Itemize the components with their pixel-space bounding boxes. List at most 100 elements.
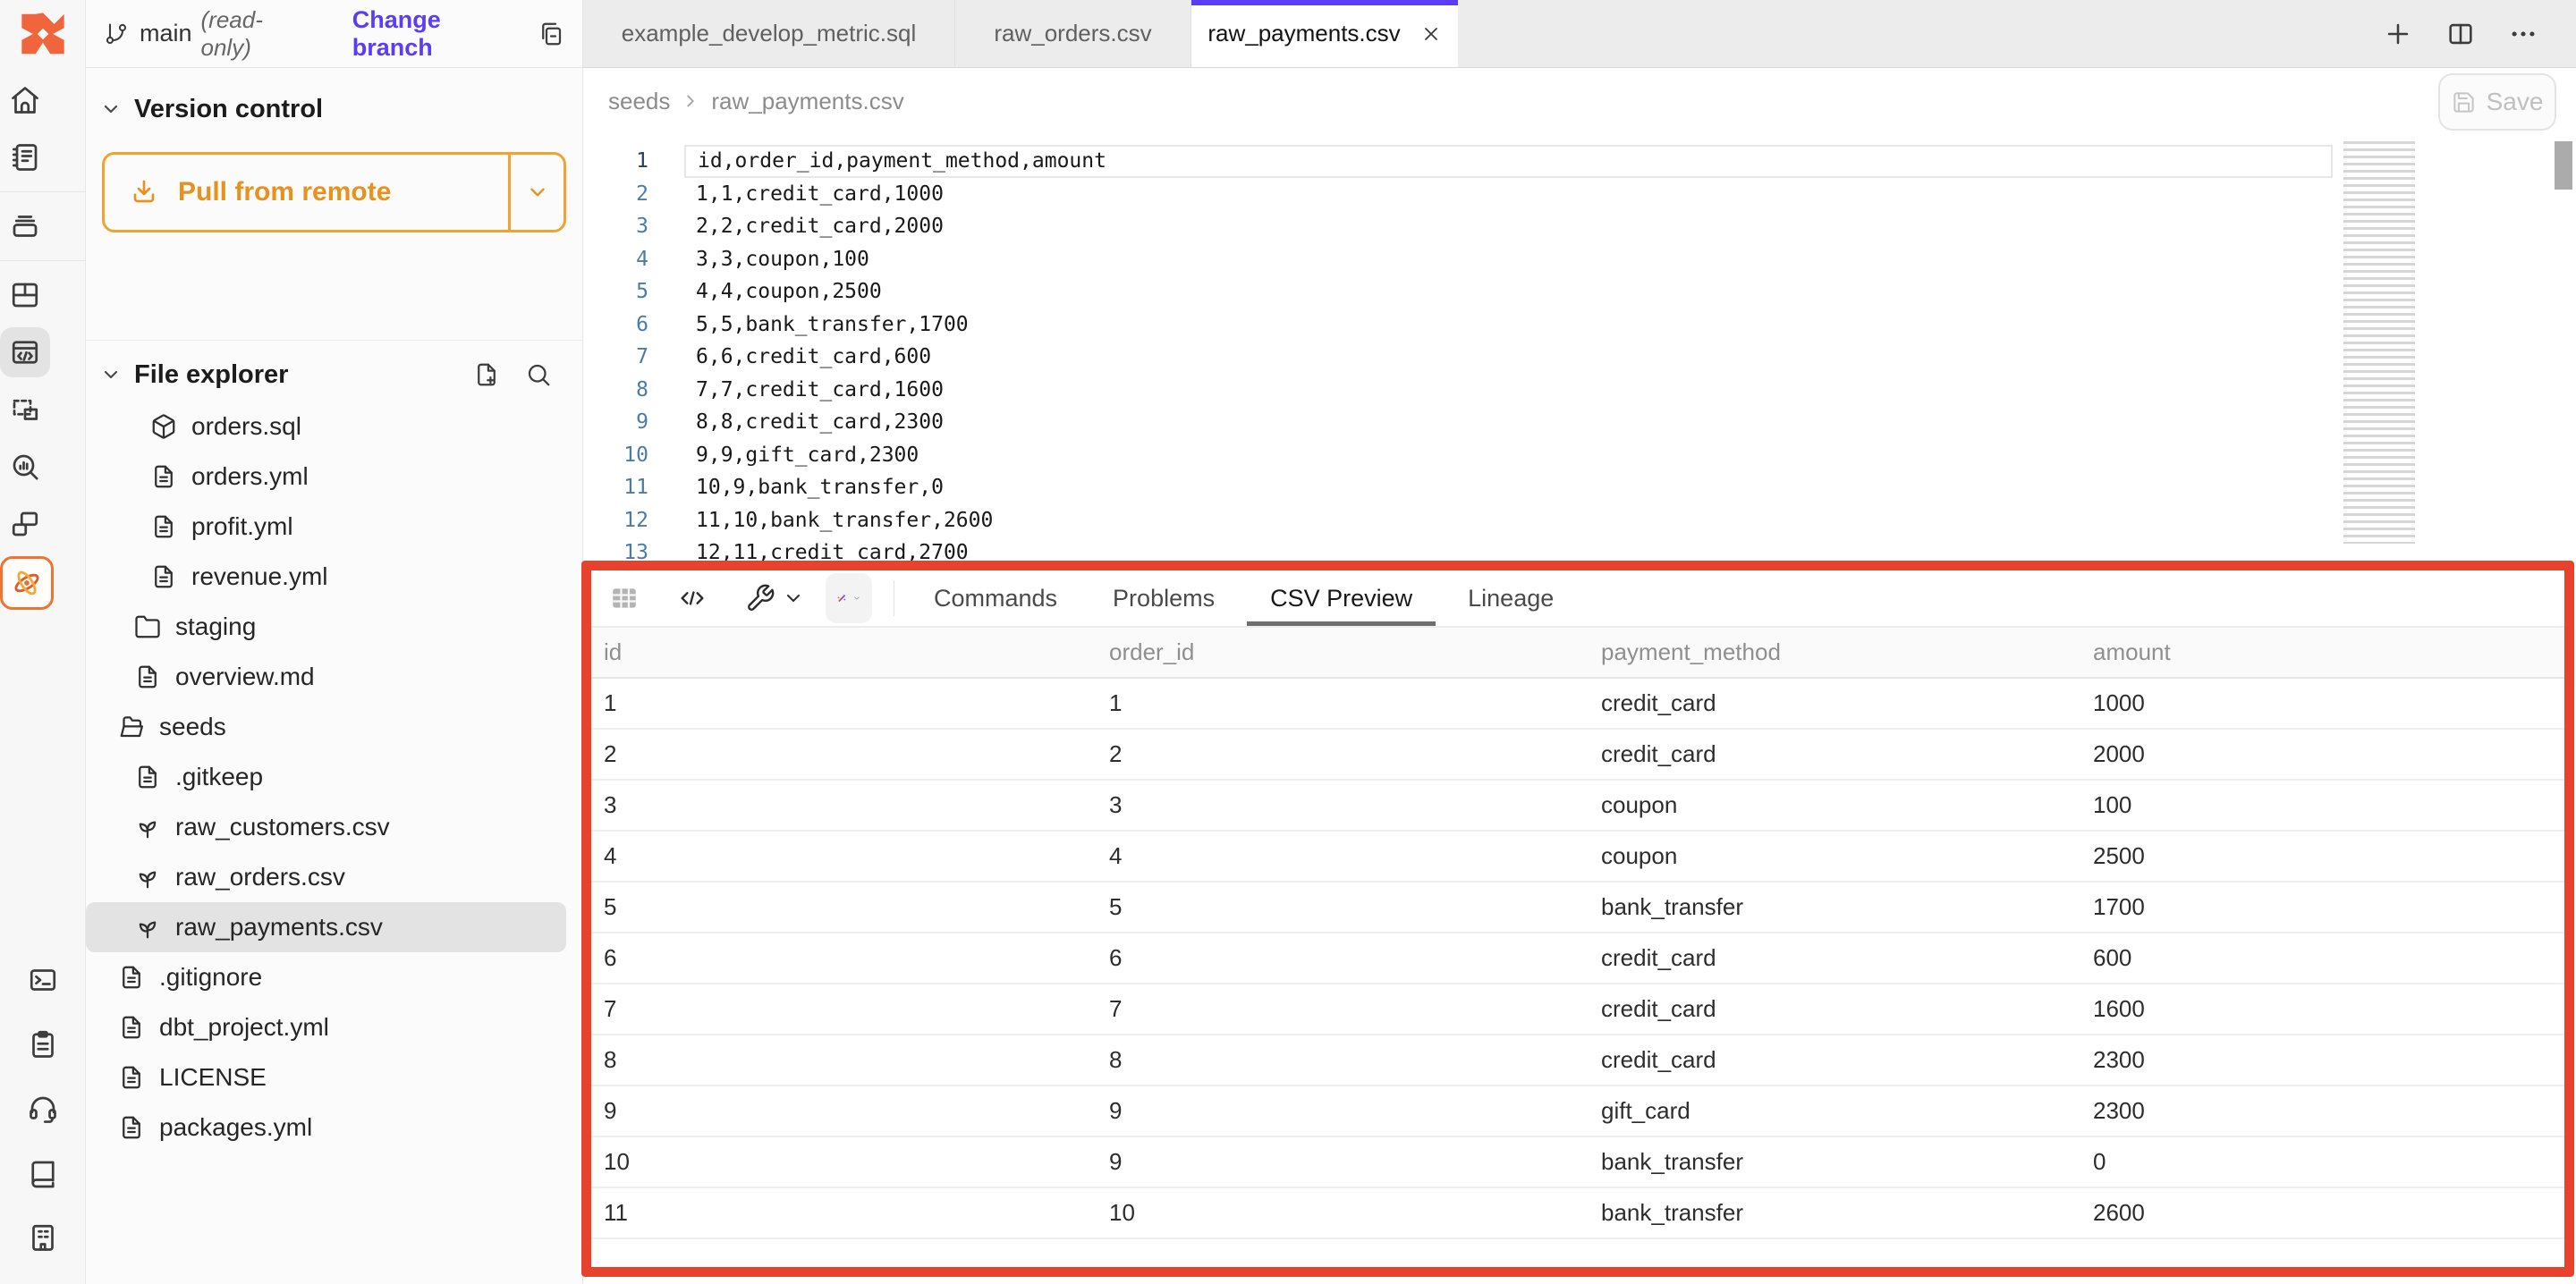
table-row[interactable]: 33coupon100	[591, 781, 2564, 832]
table-row[interactable]: 55bank_transfer1700	[591, 883, 2564, 933]
table-row[interactable]: 11credit_card1000	[591, 679, 2564, 730]
editor-tab-raw-orders-csv[interactable]: raw_orders.csv	[955, 0, 1191, 67]
pull-from-remote-button[interactable]: Pull from remote	[102, 152, 566, 232]
table-cell: 5	[591, 893, 1097, 921]
activity-building-icon[interactable]	[18, 1212, 68, 1263]
table-cell: 100	[2080, 791, 2564, 819]
code-line[interactable]: 7,7,credit_card,1600	[684, 374, 2333, 407]
code-line[interactable]: 8,8,credit_card,2300	[684, 406, 2333, 439]
table-row[interactable]: 22credit_card2000	[591, 730, 2564, 781]
activity-code-editor-icon[interactable]	[0, 327, 50, 377]
code-line[interactable]: 4,4,coupon,2500	[684, 275, 2333, 308]
editor-tab-example-develop-metric-sql[interactable]: example_develop_metric.sql	[583, 0, 955, 67]
activity-bar	[0, 0, 86, 1284]
activity-terminal-icon[interactable]	[18, 955, 68, 1005]
new-tab-icon[interactable]	[2383, 19, 2413, 49]
activity-notebook-icon[interactable]	[0, 132, 50, 182]
activity-atom-icon[interactable]	[0, 556, 54, 610]
file-item--gitignore[interactable]: .gitignore	[86, 952, 566, 1002]
chevron-down-icon[interactable]	[100, 98, 122, 120]
file-item-overview-md[interactable]: overview.md	[86, 652, 566, 702]
change-branch-link[interactable]: Change branch	[352, 6, 516, 62]
code-view-icon[interactable]	[677, 583, 708, 613]
table-row[interactable]: 88credit_card2300	[591, 1035, 2564, 1086]
table-row[interactable]: 77credit_card1600	[591, 984, 2564, 1035]
code-line[interactable]: 2,2,credit_card,2000	[684, 210, 2333, 243]
panel-tab-lineage[interactable]: Lineage	[1468, 570, 1554, 626]
chevron-down-icon[interactable]	[100, 364, 122, 385]
table-row[interactable]: 1110bank_transfer2600	[591, 1188, 2564, 1239]
activity-stack-icon[interactable]	[0, 201, 50, 251]
code-line[interactable]: 5,5,bank_transfer,1700	[684, 308, 2333, 342]
table-grid-icon[interactable]	[609, 583, 640, 613]
activity-windows-icon[interactable]	[0, 499, 50, 549]
close-tab-icon[interactable]	[1420, 23, 1442, 45]
pull-options-caret[interactable]	[508, 155, 564, 230]
table-cell: 8	[591, 1046, 1097, 1074]
file-item-label: staging	[175, 612, 256, 641]
column-header-id[interactable]: id	[591, 638, 1097, 666]
activity-selection-frame-icon[interactable]	[0, 384, 50, 435]
file-item--gitkeep[interactable]: .gitkeep	[86, 752, 566, 802]
column-header-payment_method[interactable]: payment_method	[1589, 638, 2080, 666]
table-row[interactable]: 109bank_transfer0	[591, 1137, 2564, 1188]
search-icon[interactable]	[525, 361, 552, 388]
activity-docs-book-icon[interactable]	[18, 1148, 68, 1198]
code-editor[interactable]: 12345678910111213 id,order_id,payment_me…	[583, 134, 2576, 561]
code-line[interactable]: 3,3,coupon,100	[684, 243, 2333, 276]
file-item-orders-sql[interactable]: orders.sql	[86, 401, 566, 452]
ai-assist-button[interactable]	[826, 573, 872, 623]
table-row[interactable]: 99gift_card2300	[591, 1086, 2564, 1137]
activity-layout-grid-icon[interactable]	[0, 270, 50, 320]
scrollbar-thumb[interactable]	[2555, 141, 2572, 190]
file-item-packages-yml[interactable]: packages.yml	[86, 1102, 566, 1153]
save-button[interactable]: Save	[2438, 73, 2556, 131]
panel-tab-problems[interactable]: Problems	[1113, 570, 1215, 626]
table-cell: 1600	[2080, 995, 2564, 1023]
file-item-dbt-project-yml[interactable]: dbt_project.yml	[86, 1002, 566, 1052]
breadcrumb-file[interactable]: raw_payments.csv	[711, 88, 903, 115]
breadcrumb-folder[interactable]: seeds	[608, 88, 670, 115]
code-line[interactable]: 11,10,bank_transfer,2600	[684, 504, 2333, 537]
panel-tab-csv-preview[interactable]: CSV Preview	[1270, 570, 1412, 626]
file-item-revenue-yml[interactable]: revenue.yml	[86, 552, 566, 602]
column-header-order_id[interactable]: order_id	[1097, 638, 1589, 666]
activity-clipboard-icon[interactable]	[18, 1019, 68, 1069]
table-cell: credit_card	[1589, 689, 2080, 717]
new-file-icon[interactable]	[473, 361, 500, 388]
dbt-logo[interactable]	[0, 0, 86, 68]
file-item-profit-yml[interactable]: profit.yml	[86, 502, 566, 552]
file-item-raw-customers-csv[interactable]: raw_customers.csv	[86, 802, 566, 852]
version-control-section: Version control Pull from remote	[86, 68, 582, 232]
copy-branch-button[interactable]	[538, 21, 564, 47]
more-options-icon[interactable]	[2508, 19, 2538, 49]
editor-tab-raw-payments-csv[interactable]: raw_payments.csv	[1191, 0, 1458, 67]
table-row[interactable]: 66credit_card600	[591, 933, 2564, 984]
pull-button-label: Pull from remote	[178, 177, 391, 207]
code-line[interactable]: 1,1,credit_card,1000	[684, 178, 2333, 211]
code-line[interactable]: 12,11,credit_card,2700	[684, 536, 2333, 561]
file-item-orders-yml[interactable]: orders.yml	[86, 452, 566, 502]
activity-headset-icon[interactable]	[18, 1084, 68, 1134]
split-view-icon[interactable]	[2445, 19, 2476, 49]
build-wrench-icon[interactable]	[745, 583, 775, 613]
minimap[interactable]	[2343, 141, 2415, 544]
table-cell: 1	[1097, 689, 1589, 717]
table-row[interactable]: 44coupon2500	[591, 832, 2564, 883]
code-line[interactable]: 10,9,bank_transfer,0	[684, 471, 2333, 504]
build-options-caret-icon[interactable]	[783, 587, 804, 609]
file-item-label: profit.yml	[191, 512, 293, 541]
activity-home-icon[interactable]	[0, 75, 50, 125]
tab-label: raw_orders.csv	[994, 20, 1151, 47]
activity-query-search-icon[interactable]	[0, 442, 50, 492]
panel-tab-commands[interactable]: Commands	[934, 570, 1057, 626]
code-line[interactable]: 9,9,gift_card,2300	[684, 439, 2333, 472]
file-item-raw-orders-csv[interactable]: raw_orders.csv	[86, 852, 566, 902]
file-item-raw-payments-csv[interactable]: raw_payments.csv	[86, 902, 566, 952]
file-item-seeds[interactable]: seeds	[86, 702, 566, 752]
column-header-amount[interactable]: amount	[2080, 638, 2564, 666]
file-item-staging[interactable]: staging	[86, 602, 566, 652]
code-line[interactable]: id,order_id,payment_method,amount	[684, 145, 2333, 178]
file-item-license[interactable]: LICENSE	[86, 1052, 566, 1102]
code-line[interactable]: 6,6,credit_card,600	[684, 341, 2333, 374]
